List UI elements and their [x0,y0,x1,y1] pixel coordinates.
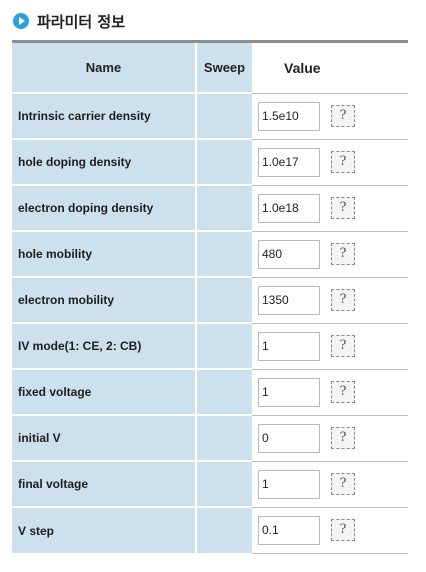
sweep-cell [196,322,252,369]
param-name: hole doping density [12,138,197,185]
table-row: IV mode(1: CE, 2: CB) 1? [12,322,408,370]
help-button[interactable]: ? [331,289,355,311]
value-input[interactable]: 1 [258,331,320,361]
help-button[interactable]: ? [331,381,355,403]
value-input[interactable]: 0 [258,423,320,453]
value-input[interactable]: 1 [258,469,320,499]
value-cell: 1350? [252,277,408,324]
value-cell: 1? [252,323,408,370]
sweep-cell [196,460,252,507]
sweep-cell [196,506,252,553]
param-name: electron mobility [12,276,197,323]
column-header-value: Value [252,43,408,94]
value-cell: 1.5e10? [252,93,408,140]
value-input[interactable]: 480 [258,239,320,269]
value-cell: 1? [252,369,408,416]
table-row: electron doping density 1.0e18? [12,184,408,232]
help-button[interactable]: ? [331,197,355,219]
sweep-cell [196,92,252,139]
value-input[interactable]: 1350 [258,285,320,315]
param-name: hole mobility [12,230,197,277]
help-button[interactable]: ? [331,473,355,495]
help-button[interactable]: ? [331,519,355,541]
sweep-cell [196,230,252,277]
column-header-name: Name [12,43,197,93]
sweep-cell [196,138,252,185]
param-name: fixed voltage [12,368,197,415]
table-row: initial V 0? [12,414,408,462]
table-row: fixed voltage 1? [12,368,408,416]
param-name: Intrinsic carrier density [12,92,197,139]
section-header: 파라미터 정보 [13,11,125,31]
value-input[interactable]: 1 [258,377,320,407]
help-button[interactable]: ? [331,335,355,357]
sweep-cell [196,276,252,323]
table-row: V step 0.1? [12,506,408,554]
value-cell: 1? [252,461,408,508]
sweep-cell [196,368,252,415]
table-row: electron mobility 1350? [12,276,408,324]
table-row: final voltage 1? [12,460,408,508]
help-button[interactable]: ? [331,151,355,173]
help-button[interactable]: ? [331,427,355,449]
value-input[interactable]: 1.5e10 [258,101,320,131]
sweep-cell [196,184,252,231]
play-circle-icon [13,13,29,29]
table-row: Intrinsic carrier density 1.5e10? [12,92,408,140]
param-name: final voltage [12,460,197,507]
parameter-table: Name Sweep Value Intrinsic carrier densi… [12,43,408,554]
table-row: hole doping density 1.0e17? [12,138,408,186]
value-input[interactable]: 1.0e18 [258,193,320,223]
help-button[interactable]: ? [331,243,355,265]
parameter-info-panel: 파라미터 정보 Name Sweep Value Intrinsic carri… [0,0,426,572]
table-header-row: Name Sweep Value [12,43,408,94]
table-row: hole mobility 480? [12,230,408,278]
param-name: IV mode(1: CE, 2: CB) [12,322,197,369]
sweep-cell [196,414,252,461]
value-cell: 1.0e17? [252,139,408,186]
param-name: initial V [12,414,197,461]
section-title: 파라미터 정보 [37,12,126,31]
help-button[interactable]: ? [331,105,355,127]
value-cell: 0? [252,415,408,462]
value-cell: 1.0e18? [252,185,408,232]
value-input[interactable]: 0.1 [258,515,320,545]
value-cell: 480? [252,231,408,278]
value-cell: 0.1? [252,507,408,554]
column-header-sweep: Sweep [196,43,252,93]
param-name: electron doping density [12,184,197,231]
param-name: V step [12,506,197,553]
value-input[interactable]: 1.0e17 [258,147,320,177]
